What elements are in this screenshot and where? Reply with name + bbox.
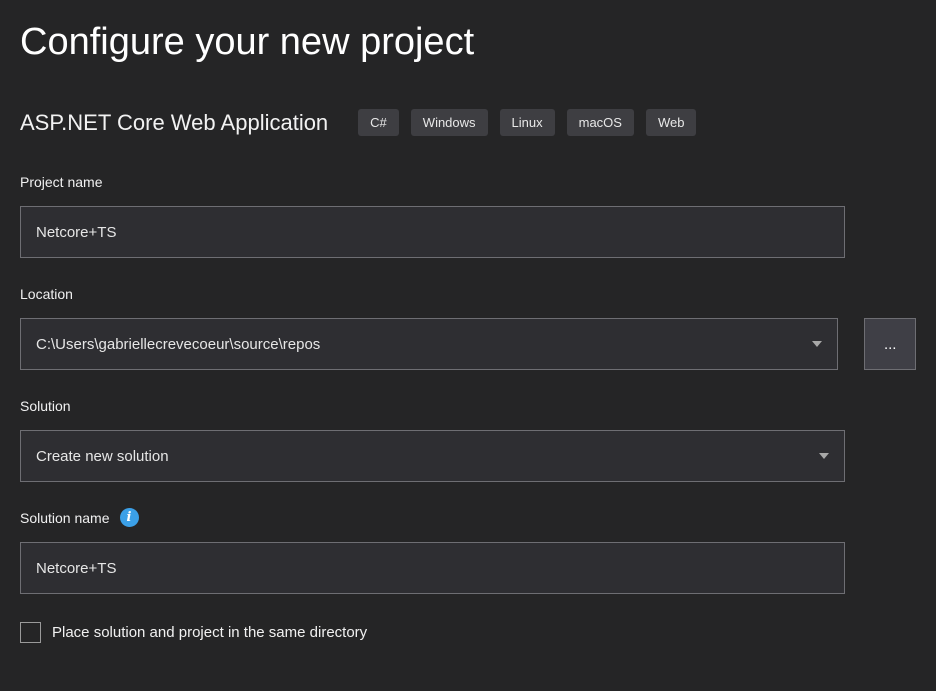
project-name-input[interactable] [20,206,845,258]
same-directory-row: Place solution and project in the same d… [20,622,916,643]
location-combobox[interactable]: C:\Users\gabriellecrevecoeur\source\repo… [20,318,838,370]
browse-button[interactable]: ... [864,318,916,370]
solution-combobox[interactable]: Create new solution [20,430,845,482]
tag-csharp: C# [358,109,399,136]
page-title: Configure your new project [20,18,916,67]
solution-name-input[interactable] [20,542,845,594]
solution-name-label-text: Solution name [20,510,110,526]
solution-field: Solution Create new solution [20,396,916,482]
project-name-field: Project name [20,172,916,258]
location-value: C:\Users\gabriellecrevecoeur\source\repo… [36,336,320,353]
location-field: Location C:\Users\gabriellecrevecoeur\so… [20,284,916,370]
tag-windows: Windows [411,109,488,136]
tag-macos: macOS [567,109,634,136]
tag-linux: Linux [500,109,555,136]
location-label: Location [20,284,916,303]
location-row: C:\Users\gabriellecrevecoeur\source\repo… [20,318,916,370]
chevron-down-icon[interactable] [812,341,822,347]
solution-label: Solution [20,396,916,415]
template-info-row: ASP.NET Core Web Application C# Windows … [20,109,916,136]
solution-name-label: Solution name i [20,508,916,527]
info-icon[interactable]: i [120,508,139,527]
solution-name-field: Solution name i [20,508,916,594]
tag-web: Web [646,109,697,136]
configure-project-dialog: Configure your new project ASP.NET Core … [0,0,936,643]
project-name-label: Project name [20,172,916,191]
same-directory-checkbox[interactable] [20,622,41,643]
same-directory-label[interactable]: Place solution and project in the same d… [52,624,367,641]
solution-value: Create new solution [36,448,169,465]
template-name: ASP.NET Core Web Application [20,110,328,136]
chevron-down-icon[interactable] [819,453,829,459]
